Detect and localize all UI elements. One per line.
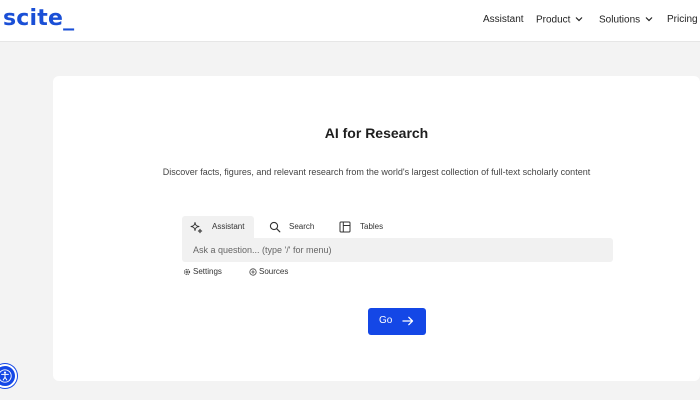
tab-assistant[interactable]: Assistant xyxy=(182,216,254,238)
mode-tabs: Assistant Search Tables xyxy=(182,216,402,238)
arrow-right-icon xyxy=(402,316,414,326)
chevron-down-icon xyxy=(645,13,653,27)
accessibility-icon xyxy=(0,369,12,383)
tab-tables-label: Tables xyxy=(360,222,384,231)
nav-product-label: Product xyxy=(536,14,571,26)
search-icon xyxy=(269,221,281,233)
nav-solutions-label: Solutions xyxy=(599,14,641,26)
gear-icon xyxy=(183,268,191,276)
go-button[interactable]: Go xyxy=(368,308,426,335)
question-input[interactable] xyxy=(182,238,613,262)
nav-assistant[interactable]: Assistant xyxy=(483,13,524,27)
tab-assistant-label: Assistant xyxy=(212,222,245,231)
tab-search[interactable]: Search xyxy=(268,216,328,238)
top-bar: scite_ Assistant Product Solutions Prici… xyxy=(0,0,700,42)
page-title: AI for Research xyxy=(324,125,429,141)
nav-pricing-label: Pricing xyxy=(667,14,698,25)
sources-label: Sources xyxy=(259,267,289,276)
settings-label: Settings xyxy=(193,267,222,276)
plus-circle-icon xyxy=(249,268,257,276)
hero-card: AI for Research Discover facts, figures,… xyxy=(53,76,700,381)
tab-search-label: Search xyxy=(289,222,315,231)
nav-product[interactable]: Product xyxy=(536,13,583,28)
go-button-label: Go xyxy=(379,315,393,326)
sparkle-icon xyxy=(190,222,203,234)
accessibility-widget-button[interactable] xyxy=(0,364,17,388)
chevron-down-icon xyxy=(575,13,583,27)
nav-pricing[interactable]: Pricing xyxy=(667,13,698,27)
nav-solutions[interactable]: Solutions xyxy=(599,13,653,28)
table-icon xyxy=(339,221,351,233)
tab-tables[interactable]: Tables xyxy=(338,216,398,238)
nav-assistant-label: Assistant xyxy=(483,14,524,25)
page-subtitle: Discover facts, figures, and relevant re… xyxy=(162,167,591,177)
main-nav: Assistant Product Solutions Pricing xyxy=(0,13,700,29)
